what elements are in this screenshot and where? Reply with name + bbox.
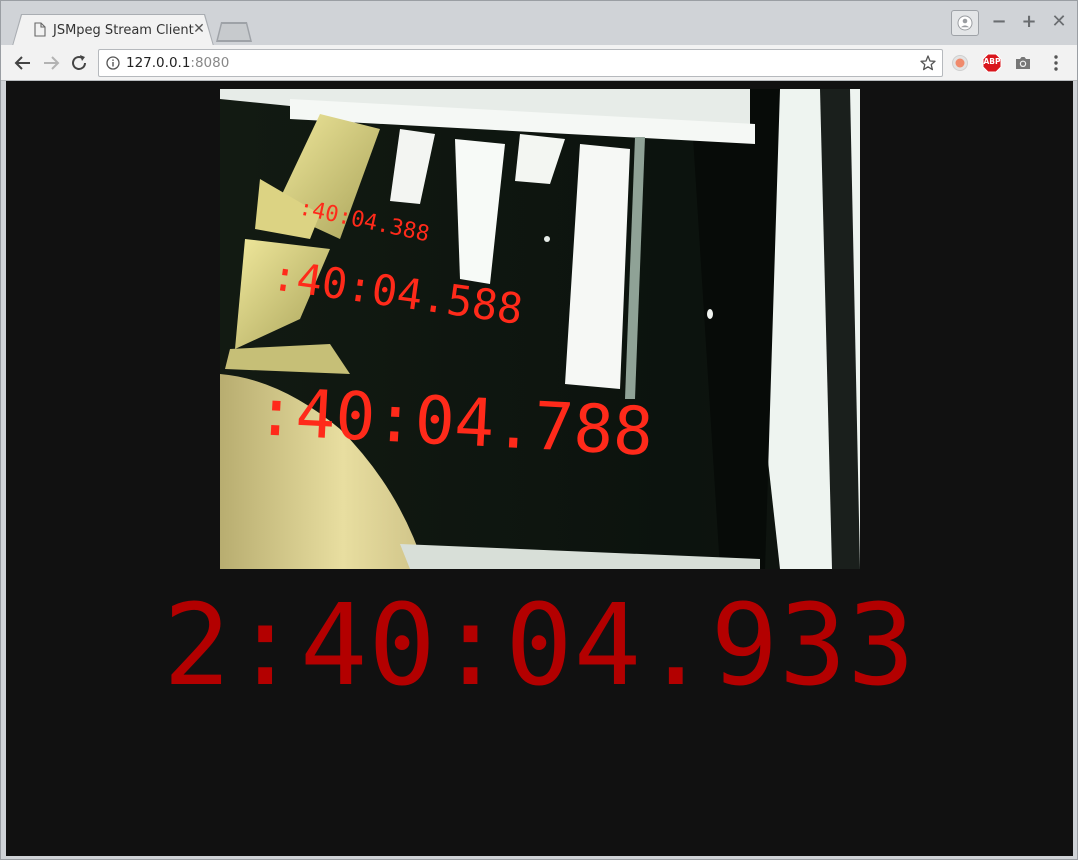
page-content: :40:04.388 :40:04.588 :40:04.788 2:40:04… — [6, 81, 1073, 856]
bookmark-star-icon[interactable] — [919, 54, 937, 72]
page-icon — [34, 22, 46, 37]
url-text[interactable]: 127.0.0.1:8080 — [126, 55, 229, 71]
live-clock: 2:40:04.933 — [163, 581, 916, 711]
minimize-icon[interactable]: − — [988, 10, 1010, 34]
profile-button[interactable] — [951, 10, 979, 36]
address-bar[interactable]: 127.0.0.1:8080 — [98, 49, 943, 77]
tab-title: JSMpeg Stream Client — [53, 23, 194, 38]
menu-icon[interactable] — [1045, 52, 1067, 74]
back-icon[interactable] — [11, 51, 35, 75]
maximize-icon[interactable]: + — [1018, 10, 1040, 34]
url-port: :8080 — [190, 55, 230, 71]
tab-close-icon[interactable]: ✕ — [191, 21, 207, 37]
profile-icon — [957, 15, 973, 31]
camera-icon[interactable] — [1012, 52, 1034, 74]
forward-icon[interactable] — [39, 51, 63, 75]
url-host: 127.0.0.1 — [126, 55, 191, 71]
toolbar: 127.0.0.1:8080 ABP — [1, 45, 1077, 81]
webcam-frame-image: :40:04.388 :40:04.588 :40:04.788 — [220, 89, 860, 569]
close-window-icon[interactable]: ✕ — [1048, 10, 1070, 34]
new-tab-button[interactable] — [218, 24, 250, 40]
video-canvas: :40:04.388 :40:04.588 :40:04.788 — [220, 89, 860, 569]
record-icon[interactable] — [949, 52, 971, 74]
info-icon[interactable] — [105, 55, 121, 71]
browser-window: JSMpeg Stream Client ✕ − + ✕ 127.0.0.1:8… — [0, 0, 1078, 860]
adblock-label: ABP — [983, 57, 1001, 66]
active-tab[interactable]: JSMpeg Stream Client ✕ — [13, 15, 213, 46]
tab-strip: JSMpeg Stream Client ✕ − + ✕ — [1, 1, 1077, 46]
reload-icon[interactable] — [67, 51, 91, 75]
adblock-icon[interactable]: ABP — [981, 52, 1003, 74]
